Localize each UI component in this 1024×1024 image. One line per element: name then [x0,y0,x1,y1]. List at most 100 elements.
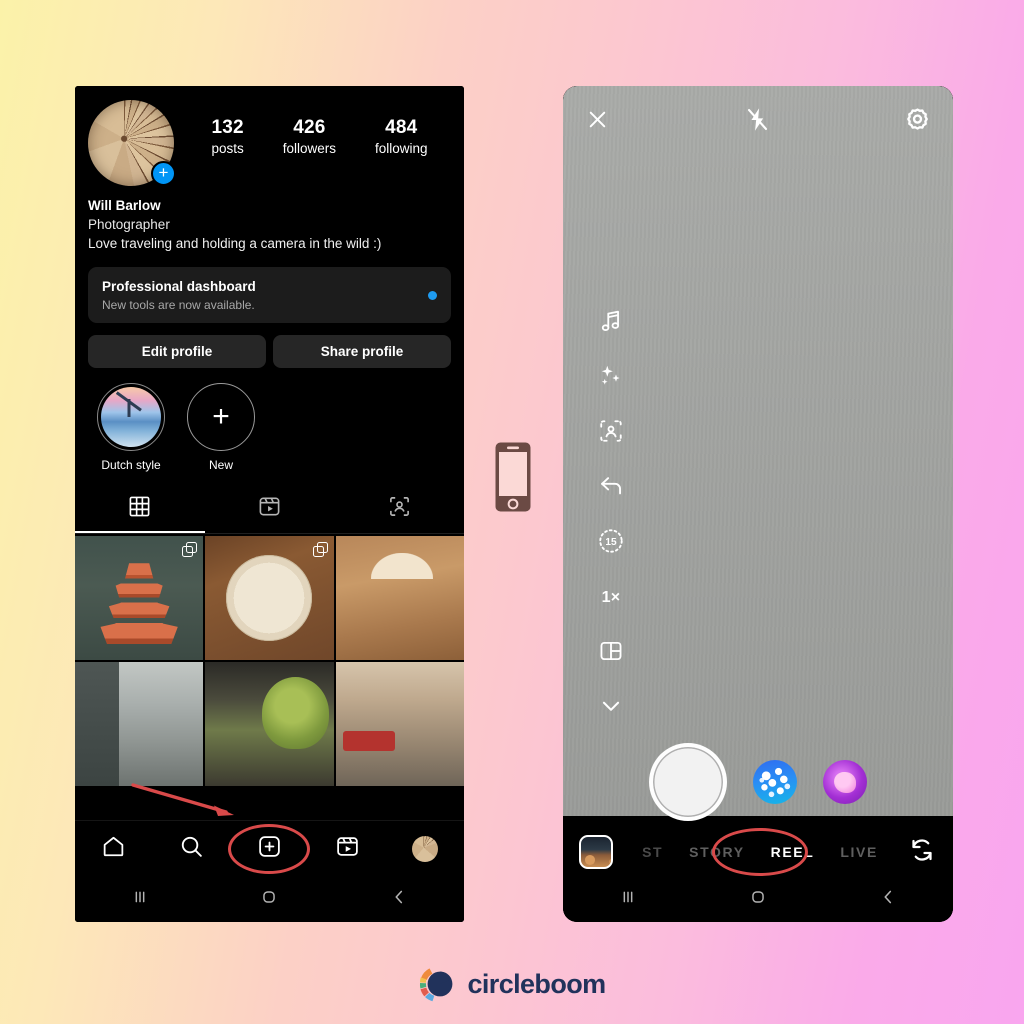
profile-header: + 132 posts 426 followers 484 following [75,86,464,186]
flip-camera-icon[interactable] [907,835,937,870]
timer-icon: 15 [597,527,625,560]
android-system-nav-right [563,876,953,922]
svg-text:15: 15 [605,536,617,547]
nav-profile[interactable] [402,826,448,872]
tool-more[interactable] [594,691,628,725]
posts-label: posts [211,141,244,156]
tab-grid[interactable] [75,486,205,533]
highlight-new[interactable]: + New [187,383,255,472]
grid-post-city-avenue[interactable] [335,662,464,786]
gear-icon[interactable] [904,106,931,138]
grid-post-pagoda[interactable] [75,536,204,660]
tool-layout[interactable] [594,636,628,670]
stat-followers[interactable]: 426 followers [283,117,336,156]
highlight-cover-ring [97,383,165,451]
instagram-camera-phone: 15 1× ST STORY REEL LIVE [563,86,953,922]
back-chevron-icon[interactable] [877,886,899,913]
circleboom-wordmark: circleboom [467,968,606,999]
nav-search[interactable] [169,826,215,872]
reel-mode-highlight [712,828,808,876]
edit-profile-button[interactable]: Edit profile [88,335,266,368]
dashboard-title: Professional dashboard [102,279,256,294]
add-story-plus-badge[interactable]: + [151,161,176,186]
tool-effects[interactable] [594,361,628,395]
dashboard-subtitle: New tools are now available. [102,298,255,312]
avatar[interactable]: + [88,100,176,186]
gallery-thumbnail[interactable] [579,835,613,869]
story-highlights: Dutch style + New [75,368,464,472]
flash-off-icon[interactable] [744,106,771,138]
nav-reels[interactable] [324,826,370,872]
instagram-camera-screen: 15 1× ST STORY REEL LIVE [563,86,953,922]
tool-timer[interactable]: 15 [594,526,628,560]
android-system-nav-left [75,876,464,922]
stat-posts[interactable]: 132 posts [211,117,243,156]
home-circle-icon[interactable] [258,886,280,913]
annotation-arrow-icon [131,783,234,816]
bottom-navigation-bar [75,820,464,876]
followers-count: 426 [293,117,326,138]
professional-dashboard-card[interactable]: Professional dashboard New tools are now… [88,267,451,323]
grid-post-tree-lined-street[interactable] [205,662,334,786]
search-icon [179,834,204,864]
carousel-icon [312,542,328,557]
highlight-label: Dutch style [101,458,161,472]
profile-name: Will Barlow [88,198,161,213]
followers-label: followers [282,141,337,156]
reels-icon [335,834,360,864]
dashboard-notification-dot [428,290,437,300]
mode-post[interactable]: ST [642,844,663,860]
speed-label: 1× [601,589,621,606]
recents-icon[interactable] [129,886,151,913]
blue-sparkle-effect-thumb[interactable] [753,760,797,804]
posts-count: 132 [211,117,244,138]
sparkles-icon [598,363,624,394]
circleboom-logo-icon [420,968,453,1002]
highlight-cover-dutch-style [101,387,161,447]
highlight-dutch-style[interactable]: Dutch style [97,383,165,472]
mode-live[interactable]: LIVE [840,844,878,860]
share-profile-button[interactable]: Share profile [273,335,451,368]
green-screen-icon [598,418,624,449]
tab-reels[interactable] [205,486,335,533]
reels-tab-icon [258,495,281,525]
shutter-button[interactable] [649,743,727,821]
stat-following[interactable]: 484 following [375,117,428,156]
following-count: 484 [385,117,418,138]
profile-category: Photographer [88,217,170,232]
circleboom-logo: circleboom [0,964,1024,1004]
create-button-highlight [228,823,311,874]
profile-bio: Will Barlow Photographer Love traveling … [75,186,464,253]
purple-gem-effect-thumb[interactable] [823,760,867,804]
tab-tagged[interactable] [334,486,464,533]
tool-align[interactable] [594,471,628,505]
profile-stats: 132 posts 426 followers 484 following [174,100,451,156]
tool-audio[interactable] [594,306,628,340]
tool-speed[interactable]: 1× [594,581,628,615]
camera-mode-bar: ST STORY REEL LIVE [563,824,953,880]
back-chevron-icon[interactable] [388,886,410,913]
tool-green-screen[interactable] [594,416,628,450]
music-note-icon [598,308,624,339]
camera-tool-rail: 15 1× [583,306,639,725]
chevron-down-icon [598,693,624,724]
close-x-icon[interactable] [585,107,610,137]
grid-post-sushi[interactable] [205,536,334,660]
nav-create[interactable] [228,823,311,874]
nav-home[interactable] [91,826,137,872]
align-undo-arrow-icon [598,472,625,504]
capture-controls [563,740,953,824]
grid-post-street-cafe[interactable] [335,536,464,660]
home-circle-icon[interactable] [747,886,769,913]
profile-action-buttons: Edit profile Share profile [88,335,451,368]
grid-post-city-street[interactable] [75,662,204,786]
phone-glyph-icon [495,442,531,512]
carousel-icon [182,542,198,557]
mode-selector: ST STORY REEL LIVE [613,828,907,876]
profile-avatar-icon [412,835,439,862]
layout-icon [598,638,624,669]
posts-grid [75,536,464,786]
recents-icon[interactable] [617,886,639,913]
highlight-label: New [208,458,233,472]
camera-top-bar [563,86,953,158]
